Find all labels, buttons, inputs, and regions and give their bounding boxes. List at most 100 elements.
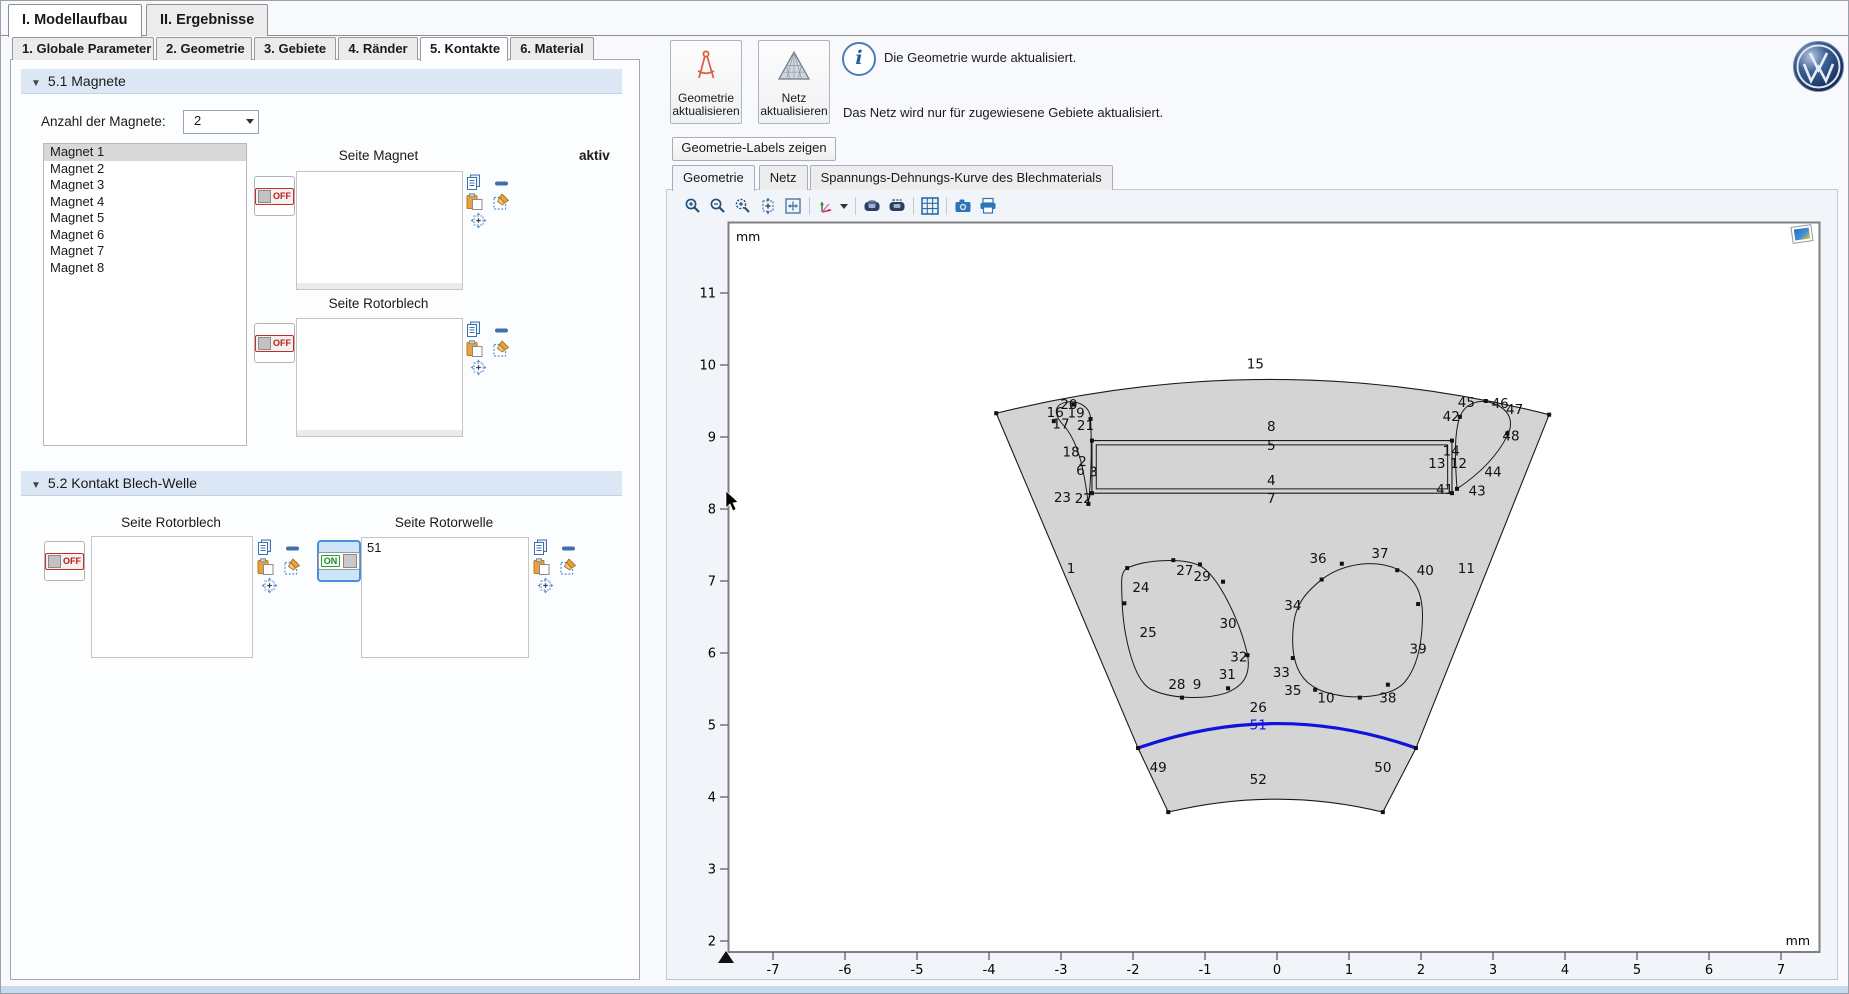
zoom-extents-icon[interactable] xyxy=(759,197,777,215)
paste-icon[interactable] xyxy=(466,193,483,210)
magnet-list-item[interactable]: Magnet 4 xyxy=(44,194,246,211)
toggle-box-icon xyxy=(258,190,271,203)
magnet-list-item[interactable]: Magnet 8 xyxy=(44,260,246,277)
seite-magnet-toggle[interactable]: OFF xyxy=(254,176,295,216)
kontakt-rotorblech-label: Seite Rotorblech xyxy=(91,515,251,530)
geometry-label-6: 6 xyxy=(1076,463,1085,479)
view-orientation-icon[interactable] xyxy=(817,197,835,215)
subtab-1-globale-parameter[interactable]: 1. Globale Parameter xyxy=(12,37,154,60)
gtab-geometrie[interactable]: Geometrie xyxy=(672,165,755,191)
kontakt-rotorblech-selection-box[interactable] xyxy=(91,536,253,658)
mesh-triangle-icon xyxy=(776,49,812,86)
geometry-label-26: 26 xyxy=(1250,700,1267,716)
magnet-list-item[interactable]: Magnet 1 xyxy=(44,144,246,161)
print-icon[interactable] xyxy=(979,197,997,215)
geometry-vertex xyxy=(1450,439,1454,443)
netz-aktualisieren-button[interactable]: Netz aktualisieren xyxy=(758,40,830,124)
subtab-5-kontakte[interactable]: 5. Kontakte xyxy=(420,37,508,61)
zoom-to-selection-icon[interactable] xyxy=(470,212,487,229)
clear-selection-icon[interactable] xyxy=(493,340,510,357)
fit-window-icon[interactable] xyxy=(784,197,802,215)
anzahl-magnete-dropdown[interactable]: 2 xyxy=(183,110,259,134)
zoom-box-icon[interactable] xyxy=(734,197,752,215)
remove-icon[interactable] xyxy=(493,322,510,339)
scene-settings-icon[interactable] xyxy=(888,197,906,215)
grid-settings-icon[interactable] xyxy=(921,197,939,215)
paste-icon[interactable] xyxy=(533,558,550,575)
zoom-out-icon[interactable] xyxy=(709,197,727,215)
magnet-list[interactable]: Magnet 1Magnet 2Magnet 3Magnet 4Magnet 5… xyxy=(43,143,247,446)
plot-context-icon[interactable] xyxy=(1791,225,1813,244)
copy-icon[interactable] xyxy=(257,539,274,556)
geometry-label-40: 40 xyxy=(1417,563,1434,579)
geometry-vertex xyxy=(1291,656,1295,660)
copy-icon[interactable] xyxy=(466,321,483,338)
kontakt-rotorwelle-toggle[interactable]: ON xyxy=(317,540,361,582)
section-header-magnete[interactable]: ▼ 5.1 Magnete xyxy=(21,69,622,94)
clear-selection-icon[interactable] xyxy=(284,558,301,575)
magnet-list-item[interactable]: Magnet 6 xyxy=(44,227,246,244)
zoom-to-selection-icon[interactable] xyxy=(261,577,278,594)
toolbar-separator xyxy=(809,197,810,215)
paste-icon[interactable] xyxy=(466,340,483,357)
screenshot-icon[interactable] xyxy=(954,197,972,215)
subtab-4-r-nder[interactable]: 4. Ränder xyxy=(338,37,418,60)
hscrollbar[interactable] xyxy=(297,283,462,289)
geometry-vertex xyxy=(1136,746,1140,750)
x-tick-label: -5 xyxy=(911,963,924,977)
zoom-to-selection-icon[interactable] xyxy=(537,577,554,594)
geometry-vertex xyxy=(1122,601,1126,605)
chevron-down-icon xyxy=(246,119,254,124)
geometry-plot[interactable]: -7-6-5-4-3-2-101234567234567891011123456… xyxy=(690,215,1840,977)
subtab-6-material[interactable]: 6. Material xyxy=(510,37,594,60)
section-title: 5.1 Magnete xyxy=(48,73,126,89)
paste-icon[interactable] xyxy=(257,558,274,575)
kontakt-rotorwelle-selection-box[interactable]: 51 xyxy=(361,537,529,658)
remove-icon[interactable] xyxy=(284,540,301,557)
subtab-2-geometrie[interactable]: 2. Geometrie xyxy=(156,37,252,60)
seite-magnet-selection-box[interactable] xyxy=(296,171,463,290)
x-tick-label: 5 xyxy=(1633,963,1641,977)
seite-rotorblech-selection-box[interactable] xyxy=(296,318,463,437)
hscrollbar[interactable] xyxy=(297,430,462,436)
seite-rotorblech-toggle[interactable]: OFF xyxy=(254,323,295,363)
copy-icon[interactable] xyxy=(533,539,550,556)
tab-modellaufbau[interactable]: I. Modellaufbau xyxy=(8,4,142,37)
toggle-state-label: ON xyxy=(321,555,341,567)
scene-light-icon[interactable] xyxy=(863,197,881,215)
geometrie-labels-zeigen-button[interactable]: Geometrie-Labels zeigen xyxy=(672,137,836,161)
mesh-status-text: Das Netz wird nur für zugewiesene Gebiet… xyxy=(843,105,1163,120)
geometry-vertex xyxy=(1171,558,1175,562)
subtab-3-gebiete[interactable]: 3. Gebiete xyxy=(254,37,336,60)
collapse-triangle-icon[interactable]: ▼ xyxy=(31,474,41,498)
geometry-label-24: 24 xyxy=(1132,580,1149,596)
geometry-vertex xyxy=(1125,566,1129,570)
zoom-to-selection-icon[interactable] xyxy=(470,359,487,376)
remove-icon[interactable] xyxy=(560,540,577,557)
remove-icon[interactable] xyxy=(493,175,510,192)
collapse-triangle-icon[interactable]: ▼ xyxy=(31,72,41,96)
geometry-label-22: 22 xyxy=(1075,491,1092,507)
magnet-list-item[interactable]: Magnet 3 xyxy=(44,177,246,194)
clear-selection-icon[interactable] xyxy=(493,193,510,210)
clear-selection-icon[interactable] xyxy=(560,558,577,575)
kontakt-rotorblech-toggle[interactable]: OFF xyxy=(44,541,85,581)
section-header-kontakt[interactable]: ▼5.2 Kontakt Blech-Welle xyxy=(21,471,622,496)
orientation-dropdown-icon[interactable] xyxy=(840,204,848,209)
x-tick-label: 6 xyxy=(1705,963,1713,977)
magnet-list-item[interactable]: Magnet 2 xyxy=(44,161,246,178)
gtab-netz[interactable]: Netz xyxy=(759,165,808,190)
magnet-list-item[interactable]: Magnet 5 xyxy=(44,210,246,227)
seite-rotorblech-label: Seite Rotorblech xyxy=(296,296,461,311)
zoom-in-icon[interactable] xyxy=(684,197,702,215)
geometry-vertex xyxy=(994,411,998,415)
geometry-label-7: 7 xyxy=(1267,491,1276,507)
selection-values: 51 xyxy=(367,540,381,555)
copy-icon[interactable] xyxy=(466,174,483,191)
kontakt-rotorwelle-icons xyxy=(533,539,579,597)
geometrie-aktualisieren-button[interactable]: Geometrie aktualisieren xyxy=(670,40,742,124)
window-footer-bar xyxy=(0,986,1849,994)
tab-ergebnisse[interactable]: II. Ergebnisse xyxy=(146,4,268,36)
magnet-list-item[interactable]: Magnet 7 xyxy=(44,243,246,260)
gtab-spannungs-dehnungs-kurve[interactable]: Spannungs-Dehnungs-Kurve des Blechmateri… xyxy=(810,165,1113,190)
